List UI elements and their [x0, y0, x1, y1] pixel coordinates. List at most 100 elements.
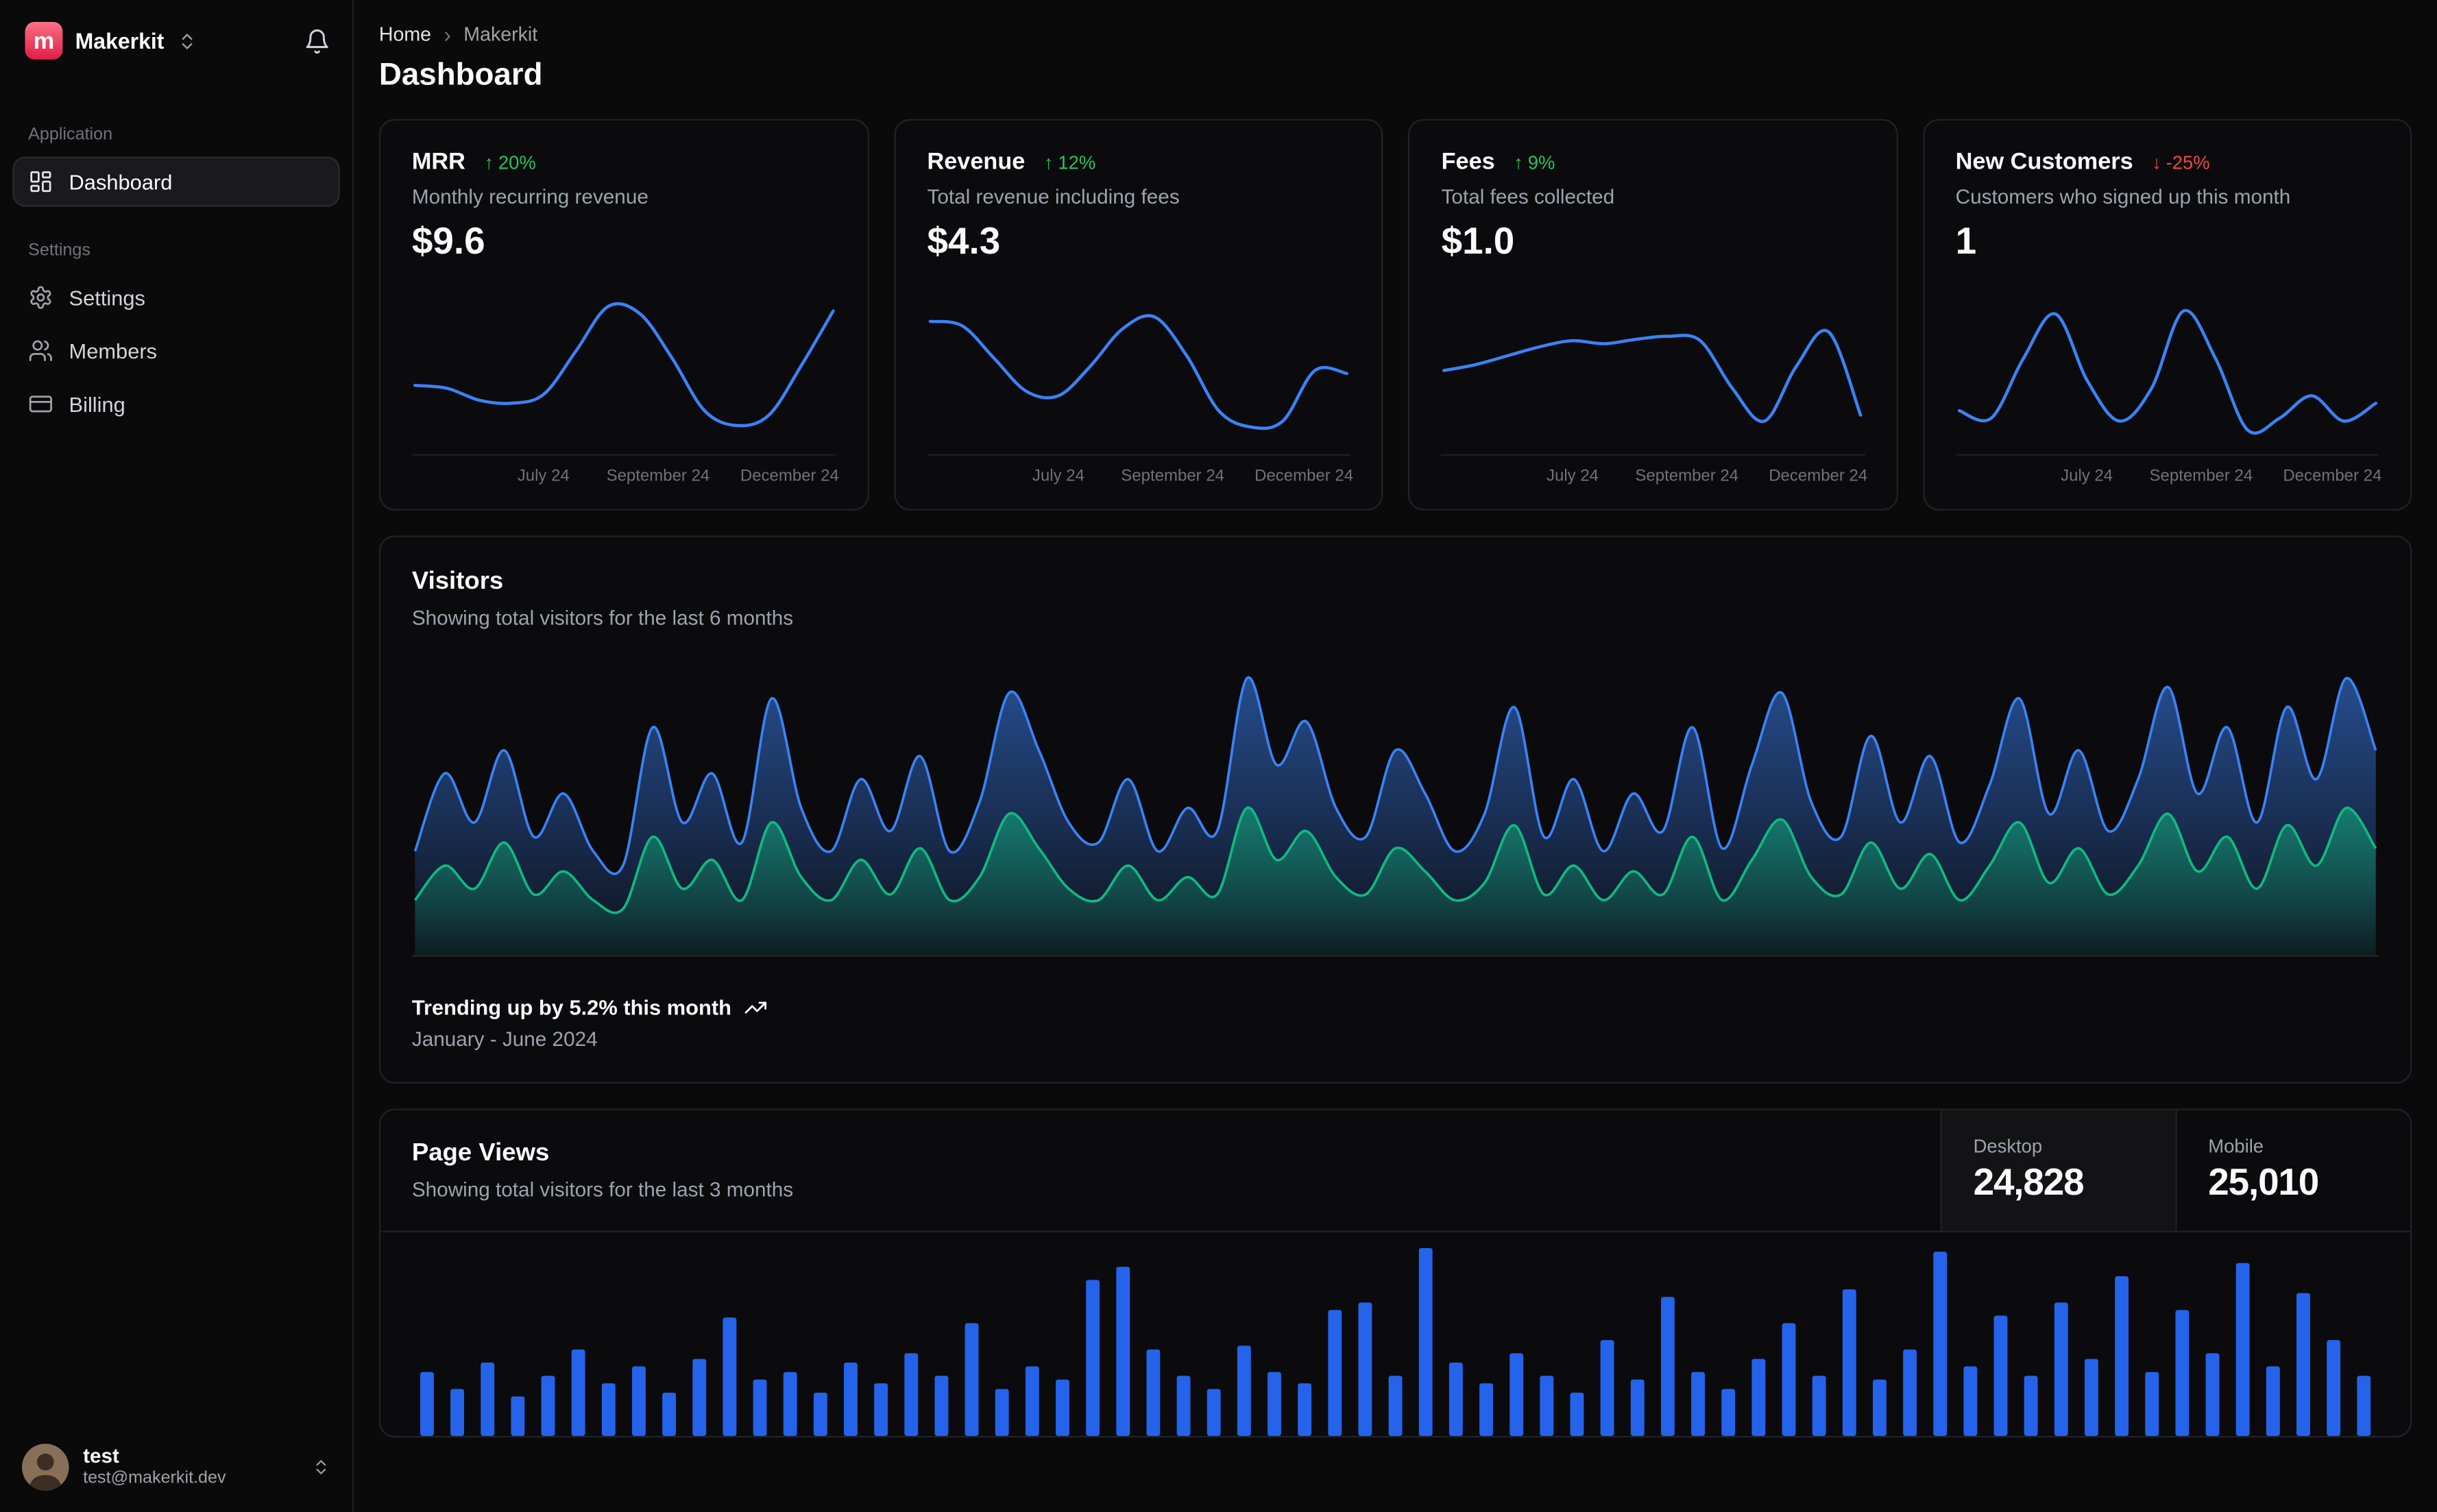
stat-card-mrr: MRR ↑ 20% Monthly recurring revenue $9.6…: [378, 119, 869, 511]
chevrons-up-down-icon: [177, 31, 197, 51]
gear-icon: [28, 285, 53, 310]
nav-section-settings: Settings: [28, 241, 90, 260]
stat-title: MRR: [411, 149, 465, 175]
mobile-label: Mobile: [2208, 1135, 2264, 1158]
stat-card-new-customers: New Customers ↓ -25% Customers who signe…: [1922, 119, 2412, 511]
axis-label: July 24: [1547, 466, 1599, 486]
sidebar-nav: Application Dashboard Settings Settings: [0, 78, 352, 463]
trend-badge: ↑ 20%: [484, 151, 535, 173]
stat-card-fees: Fees ↑ 9% Total fees collected $1.0 July…: [1408, 119, 1898, 511]
mobile-value: 25,010: [2208, 1162, 2319, 1204]
trend-value: -25%: [2166, 151, 2210, 173]
axis-label: July 24: [2061, 466, 2113, 486]
axis-label: July 24: [1032, 466, 1084, 486]
desktop-toggle-button[interactable]: Desktop 24,828: [1940, 1110, 2176, 1231]
x-axis: July 24 September 24 December 24: [412, 466, 839, 490]
trend-up-icon: ↑: [484, 151, 494, 173]
app-root: m Makerkit Application Dashboard Setting…: [0, 0, 2437, 1512]
visitors-subtitle: Showing total visitors for the last 6 mo…: [411, 606, 794, 630]
trend-text: Trending up by 5.2% this month: [411, 996, 731, 1020]
stat-subtitle: Total revenue including fees: [927, 184, 1180, 208]
user-name: test: [83, 1443, 119, 1467]
axis-label: September 24: [1121, 466, 1225, 486]
trend-up-icon: ↑: [1514, 151, 1523, 173]
axis-label: September 24: [1635, 466, 1739, 486]
trending-up-icon: [744, 996, 767, 1019]
mobile-toggle-button[interactable]: Mobile 25,010: [2175, 1110, 2410, 1231]
breadcrumb-home[interactable]: Home: [379, 23, 431, 45]
breadcrumb-current: Makerkit: [463, 23, 538, 46]
axis-label: July 24: [517, 466, 570, 486]
breadcrumb: Home › Makerkit: [379, 22, 2412, 47]
bell-icon: [304, 27, 330, 54]
chevron-right-icon: ›: [444, 21, 452, 47]
main-content: Home › Makerkit Dashboard MRR ↑ 20% Mont…: [354, 0, 2437, 1512]
workspace-name: Makerkit: [75, 28, 165, 53]
user-email: test@makerkit.dev: [83, 1469, 226, 1488]
stat-value: $1.0: [1441, 221, 1515, 263]
page-title: Dashboard: [378, 58, 543, 93]
sidebar-item-label: Billing: [69, 392, 125, 416]
sidebar-item-settings[interactable]: Settings: [12, 273, 339, 323]
stats-grid: MRR ↑ 20% Monthly recurring revenue $9.6…: [378, 119, 2412, 511]
axis-label: December 24: [1254, 466, 1354, 486]
stat-title: Fees: [1441, 149, 1495, 175]
dashboard-icon: [28, 169, 53, 195]
makerkit-logo-icon: m: [25, 21, 63, 60]
trend-value: 9%: [1527, 151, 1555, 173]
sidebar-item-members[interactable]: Members: [12, 326, 339, 376]
visitors-area-chart: [411, 651, 2379, 961]
trend-badge: ↓ -25%: [2152, 151, 2210, 173]
x-axis: July 24 September 24 December 24: [1956, 466, 2382, 490]
new-customers-sparkline-chart: [1955, 290, 2379, 456]
page-views-bar-chart: [412, 1247, 2379, 1436]
page-views-card: Page Views Showing total visitors for th…: [378, 1108, 2412, 1438]
trend-up-icon: ↑: [1043, 151, 1054, 173]
stat-title: New Customers: [1955, 149, 2133, 175]
sidebar-item-label: Dashboard: [69, 169, 173, 194]
visitors-card: Visitors Showing total visitors for the …: [378, 535, 2412, 1084]
page-views-title: Page Views: [411, 1140, 550, 1167]
sidebar-item-billing[interactable]: Billing: [12, 379, 339, 429]
axis-label: December 24: [740, 466, 839, 486]
x-axis: July 24 September 24 December 24: [1442, 466, 1868, 490]
notifications-button[interactable]: [304, 27, 330, 54]
trend-value: 12%: [1058, 151, 1096, 173]
logo-letter: m: [33, 27, 55, 54]
trend-value: 20%: [498, 151, 536, 173]
sidebar: m Makerkit Application Dashboard Setting…: [0, 0, 354, 1512]
stat-value: $9.6: [411, 221, 485, 263]
sidebar-item-label: Settings: [69, 285, 145, 310]
page-views-subtitle: Showing total visitors for the last 3 mo…: [411, 1178, 794, 1202]
desktop-value: 24,828: [1973, 1162, 2085, 1204]
chevrons-up-down-icon: [312, 1458, 330, 1476]
axis-label: December 24: [2283, 466, 2382, 486]
user-menu[interactable]: test test@makerkit.dev: [0, 1425, 352, 1512]
workspace-selector[interactable]: m Makerkit: [0, 0, 352, 78]
stat-title: Revenue: [927, 149, 1026, 175]
trend-badge: ↑ 12%: [1044, 151, 1095, 173]
visitors-title: Visitors: [411, 568, 504, 596]
stat-subtitle: Monthly recurring revenue: [411, 184, 648, 208]
stat-value: 1: [1955, 221, 1977, 263]
axis-label: September 24: [2149, 466, 2253, 486]
desktop-label: Desktop: [1973, 1135, 2043, 1158]
visitors-footer: Trending up by 5.2% this month: [412, 996, 2379, 1019]
axis-label: September 24: [606, 466, 710, 486]
fees-sparkline-chart: [1441, 290, 1865, 456]
sidebar-item-dashboard[interactable]: Dashboard: [12, 156, 340, 207]
stat-subtitle: Customers who signed up this month: [1955, 184, 2291, 208]
stat-subtitle: Total fees collected: [1441, 184, 1615, 208]
axis-label: December 24: [1769, 466, 1868, 486]
page-views-header: Page Views Showing total visitors for th…: [380, 1110, 2410, 1232]
stat-card-revenue: Revenue ↑ 12% Total revenue including fe…: [894, 119, 1384, 511]
credit-card-icon: [28, 391, 53, 417]
sidebar-item-label: Members: [69, 339, 158, 363]
visitors-period: January - June 2024: [411, 1027, 598, 1051]
stat-value: $4.3: [927, 221, 1001, 263]
x-axis: July 24 September 24 December 24: [927, 466, 1354, 490]
mrr-sparkline-chart: [411, 290, 836, 456]
trend-down-icon: ↓: [2152, 151, 2161, 173]
nav-section-application: Application: [28, 125, 113, 145]
revenue-sparkline-chart: [927, 290, 1351, 456]
